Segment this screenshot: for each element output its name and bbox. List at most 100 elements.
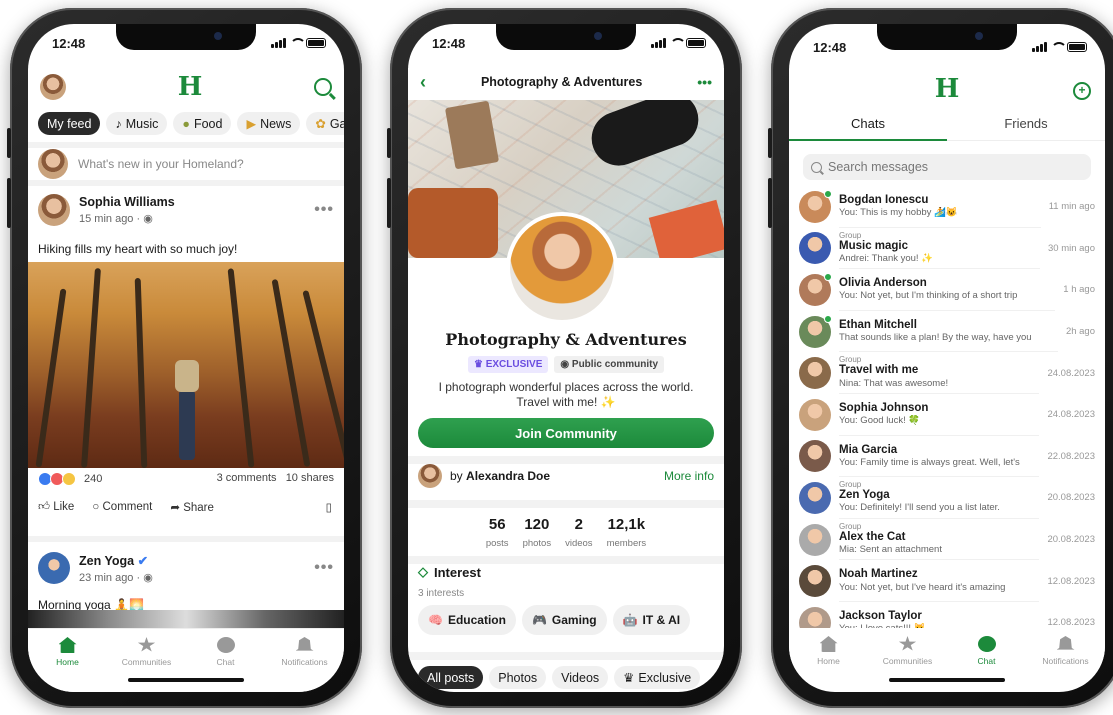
interest-label: Education: [447, 613, 506, 627]
stat-members[interactable]: 12,1k members: [607, 516, 647, 551]
owner-name[interactable]: Alexandra Doe: [466, 469, 550, 483]
chat-row[interactable]: Sophia Johnson You: Good luck! 🍀 24.08.202…: [789, 394, 1105, 436]
chat-row[interactable]: Group Alex the Cat Mia: Sent an attachment…: [789, 519, 1105, 561]
community-badges: ♛ EXCLUSIVE ◉ Public community: [408, 356, 724, 373]
tab-all-posts[interactable]: All posts: [418, 666, 484, 689]
compose-box[interactable]: What's new in your Homeland?: [28, 142, 344, 186]
search-icon[interactable]: [313, 78, 332, 96]
status-icons: [1032, 42, 1087, 52]
online-indicator: [824, 272, 832, 281]
chip-label: Music: [125, 116, 159, 131]
tab-chat[interactable]: Chat: [191, 637, 261, 692]
badge-label: EXCLUSIVE: [485, 359, 543, 370]
chip-my-feed[interactable]: My feed: [38, 112, 101, 135]
chat-time: 20.08.2023: [1047, 492, 1095, 504]
chat-preview: You: Not yet, but I've heard it's amazin…: [839, 581, 1006, 593]
notch: [496, 24, 636, 50]
post-author[interactable]: Sophia Williams: [79, 195, 305, 209]
stat-photos[interactable]: 120 photos: [523, 516, 552, 551]
hiker-figure: [173, 350, 201, 460]
community-screen: 12:48 ‹ Photography & Adventures ••• Pho…: [408, 24, 724, 692]
comment-button[interactable]: ○ Comment: [92, 501, 152, 513]
chip-games[interactable]: ✿Gar: [306, 112, 344, 135]
back-chevron-icon[interactable]: ‹: [420, 72, 426, 93]
stat-videos[interactable]: 2 videos: [565, 516, 592, 551]
chat-avatar: [799, 523, 831, 556]
tab-chats[interactable]: Chats: [789, 116, 947, 141]
chat-row[interactable]: Group Zen Yoga You: Definitely! I'll send …: [789, 477, 1105, 519]
chat-row[interactable]: Group Travel with me Nina: That was awesom…: [789, 352, 1105, 394]
comment-label: Comment: [102, 501, 153, 513]
chat-row[interactable]: Noah Martinez You: Not yet, but I've hear…: [789, 560, 1105, 602]
chip-food[interactable]: ● Food: [173, 112, 232, 135]
signal-icon: [1032, 42, 1047, 52]
post-photo-yoga[interactable]: [28, 610, 344, 630]
stat-label: photos: [522, 538, 552, 549]
join-community-button[interactable]: Join Community: [418, 418, 714, 448]
tab-communities[interactable]: Communities: [112, 637, 182, 692]
post-author-avatar[interactable]: [38, 194, 70, 226]
chat-avatar: [799, 272, 832, 306]
community-avatar[interactable]: [506, 212, 618, 324]
post-photo-hiking[interactable]: [28, 262, 344, 468]
interest-it-ai[interactable]: 🤖 IT & AI: [612, 605, 691, 635]
reaction-count[interactable]: 240: [84, 473, 102, 485]
chat-time: 2h ago: [1065, 326, 1095, 338]
tab-exclusive[interactable]: ♛ Exclusive: [614, 666, 701, 689]
bag-graphic: [408, 188, 498, 258]
comment-count[interactable]: 3 comments: [217, 472, 277, 484]
tab-friends[interactable]: Friends: [947, 116, 1105, 141]
feed-header: H: [28, 74, 344, 100]
home-indicator: [889, 678, 1005, 682]
tab-notifications[interactable]: Notifications: [1031, 636, 1101, 686]
chat-row[interactable]: Olivia Anderson You: Not yet, but I'm thi…: [789, 269, 1105, 311]
chip-music[interactable]: ♪ Music: [106, 112, 168, 135]
divider: [408, 556, 724, 564]
chat-preview: Andrei: Thank you! ✨: [839, 252, 934, 264]
chat-icon: [977, 636, 996, 652]
interest-education[interactable]: 🧠 Education: [418, 605, 516, 635]
more-options-icon[interactable]: •••: [314, 201, 334, 219]
tab-home[interactable]: Home: [794, 636, 864, 686]
more-options-icon[interactable]: •••: [697, 74, 712, 90]
notch: [877, 24, 1017, 50]
new-chat-icon[interactable]: +: [1073, 82, 1091, 100]
stat-posts[interactable]: 56 posts: [486, 516, 509, 551]
wifi-icon: [290, 38, 306, 48]
post-author[interactable]: Zen Yoga: [79, 554, 134, 568]
chat-time: 24.08.2023: [1047, 367, 1095, 379]
stat-label: posts: [485, 538, 509, 549]
interest-gaming[interactable]: 🎮 Gaming: [521, 605, 607, 635]
owner-avatar[interactable]: [418, 464, 442, 488]
chat-time: 24.08.2023: [1047, 409, 1095, 421]
chat-row[interactable]: Mia Garcia You: Family time is always gre…: [789, 436, 1105, 478]
profile-avatar[interactable]: [40, 74, 66, 100]
chat-preview: That sounds like a plan! By the way, hav…: [839, 331, 1032, 343]
chip-news[interactable]: ▶ News: [237, 112, 301, 135]
post-time: 23 min ago ·: [79, 571, 141, 584]
bookmark-icon[interactable]: ▯: [326, 500, 332, 514]
chat-row[interactable]: Ethan Mitchell That sounds like a plan! B…: [789, 311, 1105, 353]
status-icons: [271, 38, 326, 48]
share-button[interactable]: ➦ Share: [170, 500, 214, 514]
tab-notifications[interactable]: Notifications: [270, 637, 340, 692]
interest-label: Gaming: [551, 613, 597, 627]
tab-home[interactable]: Home: [33, 637, 103, 692]
search-messages-input[interactable]: Search messages: [803, 154, 1091, 180]
share-count[interactable]: 10 shares: [286, 472, 334, 484]
post-author-avatar[interactable]: [38, 552, 70, 584]
chat-icon: [216, 637, 235, 653]
chat-row[interactable]: Group Music magic Andrei: Thank you! ✨ 30 m…: [789, 228, 1105, 270]
more-info-link[interactable]: More info: [664, 469, 714, 483]
public-badge: ◉ Public community: [554, 356, 665, 373]
community-name: Photography & Adventures: [445, 330, 687, 349]
more-options-icon[interactable]: •••: [314, 559, 334, 577]
chat-time: 11 min ago: [1048, 201, 1095, 213]
chats-screen: 12:48 H + Chats Friends Search messages …: [789, 24, 1105, 692]
chat-row[interactable]: Bogdan Ionescu You: This is my hobby 🏄😺 11…: [789, 186, 1105, 228]
tab-videos[interactable]: Videos: [552, 666, 609, 689]
chat-time: 12.08.2023: [1047, 617, 1095, 629]
like-button[interactable]: 👍︎ Like: [38, 500, 74, 514]
tab-label: Home: [56, 657, 79, 667]
tab-photos[interactable]: Photos: [489, 666, 547, 689]
